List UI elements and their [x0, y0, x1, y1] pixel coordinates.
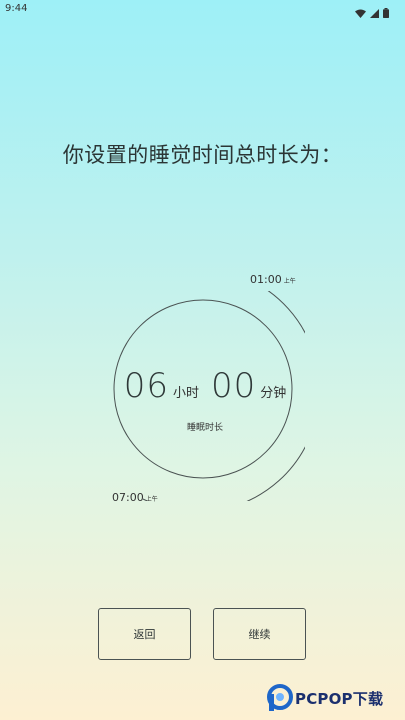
duration-hours: 06 [123, 366, 169, 406]
minutes-unit: 分钟 [260, 386, 287, 401]
duration-minutes: 00 [211, 366, 257, 406]
battery-icon [383, 3, 389, 22]
page-title: 你设置的睡觉时间总时长为： [62, 143, 343, 167]
watermark: PCPOP下载 [265, 680, 395, 716]
bed-time-label: 07:00 上午 [112, 491, 158, 504]
status-bar: 9:44 [0, 0, 405, 18]
bed-ampm: 上午 [145, 496, 158, 503]
wake-time-label: 01:00 上午 [250, 273, 296, 286]
bed-time: 07:00 [112, 491, 144, 504]
watermark-text: PCPOP下载 [295, 690, 384, 708]
signal-icon [370, 3, 379, 22]
status-icons [355, 3, 389, 22]
wifi-icon [355, 3, 366, 22]
status-time: 9:44 [5, 3, 28, 14]
sleep-duration-label: 睡眠时长 [186, 423, 223, 433]
continue-button[interactable]: 继续 [213, 608, 306, 660]
back-button[interactable]: 返回 [98, 608, 191, 660]
wake-ampm: 上午 [283, 278, 296, 285]
duration-readout: 06 小时 00 分钟 [105, 366, 305, 406]
wake-time: 01:00 [250, 273, 282, 286]
hours-unit: 小时 [172, 386, 199, 401]
pcpop-logo-icon [267, 684, 293, 711]
